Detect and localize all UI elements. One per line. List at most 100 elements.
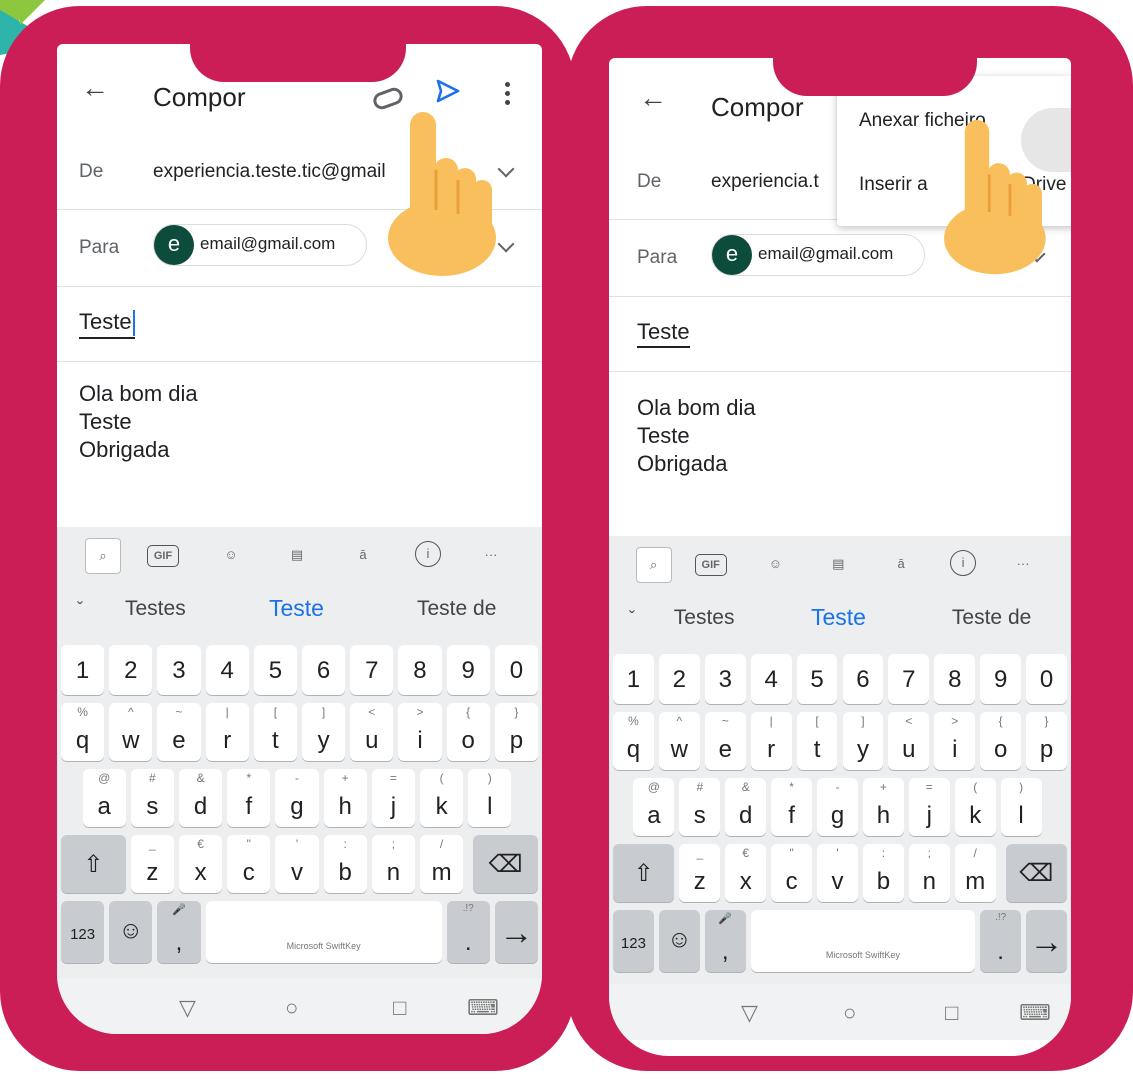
keyboard-key[interactable]: # s	[679, 778, 721, 836]
translate-icon[interactable]: ā	[887, 550, 915, 578]
nav-recents-icon[interactable]: □	[945, 1000, 958, 1026]
subject-field[interactable]: Teste	[637, 319, 690, 348]
keyboard-key[interactable]: | r	[750, 712, 792, 770]
keyboard-key[interactable]: € x	[725, 844, 767, 902]
keyboard-key[interactable]: > i	[398, 703, 442, 761]
keyboard-key[interactable]: 5	[253, 645, 297, 695]
shift-key[interactable]: ⇧	[613, 844, 675, 902]
keyboard-key[interactable]: ] y	[302, 703, 346, 761]
keyboard-key[interactable]: :b	[323, 835, 367, 893]
chevron-down-icon[interactable]	[497, 235, 515, 253]
keyboard-key[interactable]: 9	[980, 654, 1022, 704]
keyboard-key[interactable]: 3	[704, 654, 746, 704]
nav-recents-icon[interactable]: □	[393, 995, 406, 1021]
clipboard-icon[interactable]: ▤	[824, 550, 852, 578]
search-icon[interactable]: ⌕	[635, 547, 672, 583]
emoji-key[interactable]: ☺	[658, 910, 700, 972]
keyboard-key[interactable]: " c	[227, 835, 271, 893]
keyboard-key[interactable]: 4	[750, 654, 792, 704]
info-icon[interactable]: i	[950, 550, 977, 576]
paperclip-icon[interactable]	[370, 85, 406, 112]
nav-back-icon[interactable]: ▽	[741, 1000, 758, 1026]
keyboard-key[interactable]: _ z	[679, 844, 721, 902]
keyboard-key[interactable]: 3	[157, 645, 201, 695]
period-key[interactable]: .!?.	[980, 910, 1022, 972]
enter-key[interactable]: →	[1026, 910, 1067, 972]
search-icon[interactable]: ⌕	[85, 538, 121, 574]
keyboard-key[interactable]: 0	[494, 645, 538, 695]
keyboard-key[interactable]: ; n	[908, 844, 950, 902]
backspace-key[interactable]: ⌫	[1005, 844, 1067, 902]
keyboard-key[interactable]: ) l	[1000, 778, 1042, 836]
chevron-down-icon[interactable]	[1028, 245, 1046, 263]
subject-row[interactable]: Teste	[609, 297, 1071, 372]
keyboard-key[interactable]: ^ w	[109, 703, 153, 761]
keyboard-key[interactable]: " c	[771, 844, 813, 902]
keyboard-key[interactable]: 2	[109, 645, 153, 695]
keyboard-key[interactable]: % q	[61, 703, 105, 761]
keyboard-key[interactable]: (k	[420, 769, 464, 827]
menu-item-insert-from-drive[interactable]: Inserir a do Drive	[859, 174, 1066, 196]
keyboard-key[interactable]: 8	[934, 654, 976, 704]
keyboard-key[interactable]: 7	[350, 645, 394, 695]
numbers-key[interactable]: 123	[613, 910, 654, 972]
keyboard-key[interactable]: _ z	[130, 835, 174, 893]
suggestion-item[interactable]: Testes	[674, 606, 735, 630]
keyboard-key[interactable]: + h	[323, 769, 367, 827]
keyboard-key[interactable]: 8	[398, 645, 442, 695]
keyboard-key[interactable]: 1	[61, 645, 105, 695]
keyboard-key[interactable]: < u	[888, 712, 930, 770]
keyboard-key[interactable]: {o	[446, 703, 490, 761]
chevron-down-icon[interactable]	[497, 160, 515, 178]
keyboard-key[interactable]: > i	[934, 712, 976, 770]
suggestion-item[interactable]: Teste de	[952, 606, 1031, 630]
nav-home-icon[interactable]: ○	[285, 995, 298, 1021]
keyboard-key[interactable]: / m	[420, 835, 464, 893]
sticker-icon[interactable]: ☺	[761, 550, 789, 578]
keyboard-key[interactable]: @ a	[633, 778, 675, 836]
keyboard-key[interactable]: :b	[862, 844, 904, 902]
nav-keyboard-icon[interactable]: ⌨	[1019, 1000, 1051, 1026]
send-icon[interactable]	[435, 78, 461, 104]
message-body[interactable]: Ola bom dia Teste Obrigada	[79, 380, 198, 464]
keyboard-key[interactable]: -g	[275, 769, 319, 827]
back-arrow-icon[interactable]: ←	[81, 72, 109, 104]
keyboard-key[interactable]: 6	[302, 645, 346, 695]
keyboard-key[interactable]: = j	[371, 769, 415, 827]
keyboard-key[interactable]: * f	[227, 769, 271, 827]
keyboard-key[interactable]: 4	[205, 645, 249, 695]
keyboard-key[interactable]: ; n	[371, 835, 415, 893]
keyboard-key[interactable]: 1	[613, 654, 654, 704]
keyboard-key[interactable]: -g	[817, 778, 858, 836]
info-icon[interactable]: i	[415, 541, 441, 567]
keyboard-key[interactable]: % q	[613, 712, 654, 770]
space-bar[interactable]: Microsoft SwiftKey	[205, 901, 442, 963]
comma-key[interactable]: 🎤,	[157, 901, 201, 963]
message-body[interactable]: Ola bom dia Teste Obrigada	[637, 394, 756, 478]
keyboard-key[interactable]: / m	[954, 844, 996, 902]
gif-icon[interactable]: GIF	[694, 554, 727, 576]
numbers-key[interactable]: 123	[61, 901, 105, 963]
enter-key[interactable]: →	[494, 901, 538, 963]
comma-key[interactable]: 🎤,	[704, 910, 746, 972]
keyboard-key[interactable]: } p	[1026, 712, 1067, 770]
keyboard-key[interactable]: & d	[179, 769, 223, 827]
menu-item-attach-file[interactable]: Anexar ficheiro	[859, 110, 986, 132]
keyboard-key[interactable]: < u	[350, 703, 394, 761]
keyboard-key[interactable]: ~ e	[157, 703, 201, 761]
suggestion-item[interactable]: Testes	[125, 597, 186, 621]
keyboard-key[interactable]: ^ w	[658, 712, 700, 770]
keyboard-key[interactable]: = j	[908, 778, 950, 836]
translate-icon[interactable]: ā	[349, 541, 377, 569]
keyboard-key[interactable]: ) l	[468, 769, 512, 827]
sticker-icon[interactable]: ☺	[217, 541, 245, 569]
keyboard-key[interactable]: ~ e	[704, 712, 746, 770]
keyboard-key[interactable]: ] y	[842, 712, 884, 770]
more-vert-icon[interactable]	[505, 82, 511, 109]
keyboard-key[interactable]: 2	[658, 654, 700, 704]
keyboard-key[interactable]: 0	[1026, 654, 1067, 704]
nav-home-icon[interactable]: ○	[843, 1000, 856, 1026]
keyboard-key[interactable]: ' v	[275, 835, 319, 893]
keyboard-key[interactable]: 9	[446, 645, 490, 695]
recipient-chip[interactable]: e email@gmail.com	[153, 224, 367, 266]
